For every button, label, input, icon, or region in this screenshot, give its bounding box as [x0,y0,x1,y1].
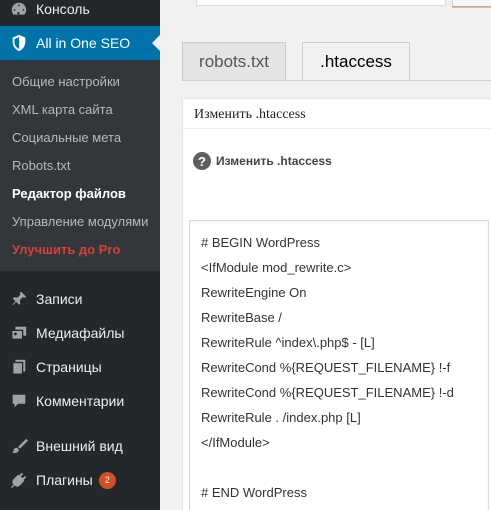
plugin-icon [0,471,36,489]
code-line: # END WordPress [201,485,307,500]
update-count-badge: 2 [98,471,116,489]
tab-robots-txt[interactable]: robots.txt [182,42,286,80]
admin-sidebar: Консоль All in One SEO Общие настройки X… [0,0,160,510]
panel-header: Изменить .htaccess [183,99,491,129]
pin-icon [0,290,36,308]
help-row: ? Изменить .htaccess [193,152,332,170]
code-line: RewriteRule . /index.php [L] [201,410,361,425]
submenu-item-sitemap[interactable]: XML карта сайта [12,102,113,117]
submenu-item-file-editor[interactable]: Редактор файлов [12,186,126,201]
submenu-item-robots[interactable]: Robots.txt [12,158,71,173]
submenu-item-social[interactable]: Социальные мета [12,130,121,145]
tabs-divider [182,80,491,81]
menu-item-appearance[interactable]: Внешний вид [0,429,160,463]
menu-label: All in One SEO [36,35,131,51]
shield-icon [0,34,36,52]
htaccess-panel: Изменить .htaccess ? Изменить .htaccess … [182,98,491,510]
code-line: <IfModule mod_rewrite.c> [201,260,352,275]
code-line: RewriteEngine On [201,285,307,300]
menu-item-plugins[interactable]: Плагины 2 [0,463,160,497]
menu-item-comments[interactable]: Комментарии [0,384,160,418]
top-button-underline [452,6,491,8]
code-line: RewriteBase / [201,310,282,325]
menu-item-console[interactable]: Консоль [0,0,160,26]
menu-label: Внешний вид [36,438,123,454]
submenu-item-modules[interactable]: Управление модулями [12,214,148,229]
htaccess-textarea[interactable]: # BEGIN WordPress <IfModule mod_rewrite.… [189,220,489,510]
top-text-field[interactable] [196,0,446,6]
dashboard-icon [0,0,36,18]
comment-icon [0,392,36,410]
menu-label: Консоль [36,1,90,17]
media-icon [0,324,36,342]
question-icon[interactable]: ? [193,152,211,170]
menu-label: Медиафайлы [36,325,125,341]
main-content: robots.txt .htaccess Изменить .htaccess … [160,0,491,510]
tab-htaccess[interactable]: .htaccess [302,42,410,81]
menu-item-posts[interactable]: Записи [0,282,160,316]
panel-title: Изменить .htaccess [194,107,306,122]
menu-item-all-in-one-seo[interactable]: All in One SEO [0,26,160,60]
code-line: RewriteRule ^index\.php$ - [L] [201,335,375,350]
submenu-item-upgrade-pro[interactable]: Улучшить до Pro [12,242,120,257]
submenu-item-general[interactable]: Общие настройки [12,74,120,89]
seo-submenu: Общие настройки XML карта сайта Социальн… [0,60,160,271]
code-line: # BEGIN WordPress [201,235,320,250]
menu-label: Записи [36,291,83,307]
menu-item-media[interactable]: Медиафайлы [0,316,160,350]
code-line: </IfModule> [201,435,270,450]
code-line: RewriteCond %{REQUEST_FILENAME} !-d [201,385,454,400]
brush-icon [0,437,36,455]
menu-label: Плагины [36,472,93,488]
code-line: RewriteCond %{REQUEST_FILENAME} !-f [201,360,451,375]
menu-item-pages[interactable]: Страницы [0,350,160,384]
pages-icon [0,358,36,376]
menu-label: Комментарии [36,393,125,409]
field-label: Изменить .htaccess [216,154,332,168]
menu-label: Страницы [36,359,102,375]
